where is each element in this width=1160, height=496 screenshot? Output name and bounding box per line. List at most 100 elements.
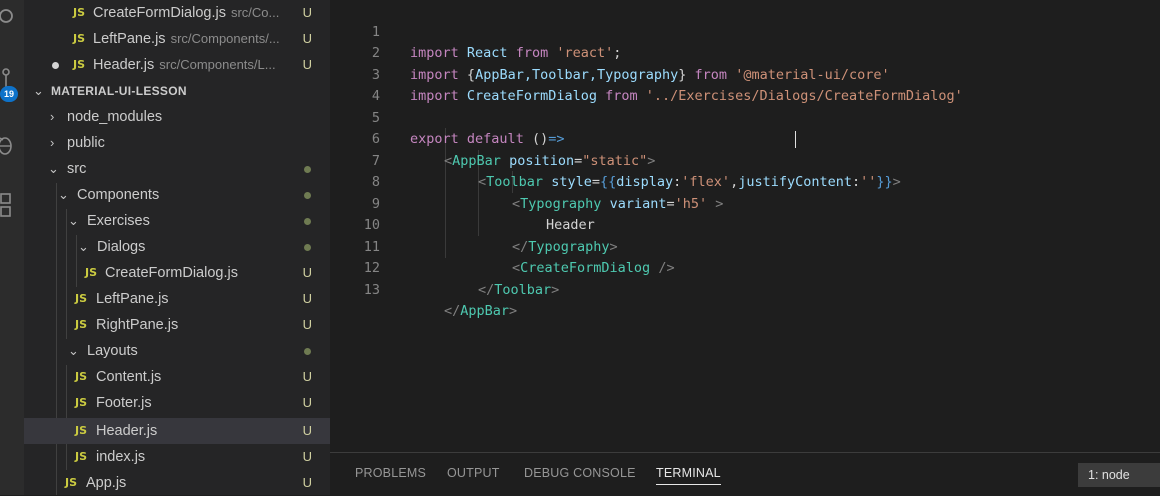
chevron-down-icon: ⌄ — [78, 239, 89, 254]
code-line[interactable]: 13 </AppBar> — [330, 258, 1160, 320]
chevron-down-icon: ⌄ — [68, 343, 79, 358]
code-line[interactable]: 2 import {AppBar,Toolbar,Typography} fro… — [330, 22, 1160, 83]
line-number: 13 — [363, 281, 380, 298]
git-status: U — [302, 291, 312, 306]
file-index[interactable]: JS index.js U — [24, 444, 330, 470]
debug-icon[interactable] — [0, 132, 24, 163]
punctuation: </ — [444, 303, 461, 319]
git-status: U — [302, 449, 312, 464]
js-file-icon: JS — [75, 424, 88, 437]
folder-label: node_modules — [67, 109, 163, 125]
open-editor-item[interactable]: JS Header.js src/Components/L... U — [24, 52, 330, 78]
activity-bar: 19 — [0, 0, 24, 495]
js-file-icon: JS — [73, 32, 86, 45]
file-content[interactable]: JS Content.js U — [24, 364, 330, 390]
code-line[interactable]: 1 import React from 'react'; — [330, 0, 1160, 62]
code-line[interactable]: 3 import CreateFormDialog from '../Exerc… — [330, 43, 1160, 105]
source-control-badge: 19 — [0, 86, 18, 102]
modified-dot-icon — [304, 218, 311, 225]
js-file-icon: JS — [73, 6, 86, 19]
project-section-header[interactable]: ⌄ MATERIAL-UI-LESSON — [24, 78, 330, 104]
code-line[interactable]: 12 </Toolbar> — [330, 237, 1160, 298]
git-status: U — [302, 395, 312, 410]
git-status: U — [302, 369, 312, 384]
open-editor-name: LeftPane.js — [93, 31, 166, 47]
code-line[interactable]: 4 — [330, 65, 1160, 104]
folder-public[interactable]: › public — [24, 130, 330, 156]
chevron-down-icon: ⌄ — [68, 213, 79, 228]
js-file-icon: JS — [75, 450, 88, 463]
file-label: App.js — [86, 475, 127, 491]
code-line[interactable]: 9 Header — [330, 172, 1160, 234]
chevron-right-icon: › — [50, 109, 55, 124]
extensions-icon[interactable] — [0, 192, 24, 227]
punctuation: > — [551, 281, 560, 298]
code-line[interactable]: 5 export default ()=> — [330, 86, 1160, 148]
git-status: U — [302, 5, 312, 20]
file-createformdialog[interactable]: JS CreateFormDialog.js U — [24, 260, 330, 286]
open-editor-name: Header.js — [93, 57, 155, 73]
git-status: U — [302, 31, 312, 46]
search-icon[interactable] — [0, 6, 24, 31]
code-line[interactable]: 6 <AppBar position="static"> — [330, 108, 1160, 169]
tab-output[interactable]: OUTPUT — [447, 466, 500, 480]
code-line[interactable]: 11 <CreateFormDialog /> — [330, 215, 1160, 277]
chevron-down-icon: ⌄ — [58, 187, 69, 202]
chevron-down-icon: ⌄ — [33, 83, 44, 98]
folder-label: src — [67, 161, 87, 177]
js-file-icon: JS — [85, 266, 98, 279]
chevron-down-icon: ⌄ — [48, 161, 59, 176]
bottom-panel: PROBLEMS OUTPUT DEBUG CONSOLE TERMINAL 1… — [330, 452, 1160, 496]
folder-exercises[interactable]: ⌄ Exercises — [24, 208, 330, 234]
file-app[interactable]: JS App.js U — [24, 470, 330, 495]
code-line[interactable]: 8 <Typography variant='h5' > — [330, 151, 1160, 212]
punctuation: > — [509, 303, 518, 319]
folder-dialogs[interactable]: ⌄ Dialogs — [24, 234, 330, 260]
folder-layouts[interactable]: ⌄ Layouts — [24, 338, 330, 364]
js-file-icon: JS — [75, 292, 88, 305]
file-label: index.js — [96, 449, 146, 465]
folder-node_modules[interactable]: › node_modules — [24, 104, 330, 130]
file-label: RightPane.js — [96, 317, 179, 333]
folder-components[interactable]: ⌄ Components — [24, 182, 330, 208]
folder-src[interactable]: ⌄ src — [24, 156, 330, 182]
js-file-icon: JS — [73, 58, 86, 71]
file-rightpane[interactable]: JS RightPane.js U — [24, 312, 330, 338]
js-file-icon: JS — [65, 476, 78, 489]
folder-label: Layouts — [87, 343, 138, 359]
code-line[interactable]: 7 <Toolbar style={{display:'flex',justif… — [330, 129, 1160, 191]
open-editor-name: CreateFormDialog.js — [93, 5, 226, 21]
jsx-tag: AppBar — [460, 303, 510, 319]
code-line[interactable]: 10 </Typography> — [330, 194, 1160, 255]
explorer-sidebar: JS CreateFormDialog.js src/Co... U JS Lef… — [24, 0, 330, 495]
chevron-right-icon: › — [50, 135, 55, 150]
file-footer[interactable]: JS Footer.js U — [24, 390, 330, 416]
tab-terminal[interactable]: TERMINAL — [656, 466, 721, 485]
open-editor-item[interactable]: JS LeftPane.js src/Components/... U — [24, 26, 330, 52]
open-editor-item[interactable]: JS CreateFormDialog.js src/Co... U — [24, 0, 330, 26]
folder-label: public — [67, 135, 105, 151]
tab-debug-console[interactable]: DEBUG CONSOLE — [524, 466, 636, 480]
file-label: Content.js — [96, 369, 162, 385]
js-file-icon: JS — [75, 318, 88, 331]
js-file-icon: JS — [75, 370, 88, 383]
unsaved-dot-icon[interactable] — [52, 62, 59, 69]
terminal-select[interactable]: 1: node — [1078, 463, 1160, 487]
file-leftpane[interactable]: JS LeftPane.js U — [24, 286, 330, 312]
code-editor[interactable]: 1 import React from 'react'; 2 import {A… — [330, 0, 1160, 452]
file-header[interactable]: JS Header.js U — [24, 418, 330, 444]
git-status: U — [302, 475, 312, 490]
text-cursor-icon — [795, 131, 798, 148]
file-label: LeftPane.js — [96, 291, 169, 307]
git-status: U — [302, 423, 312, 438]
git-status: U — [302, 265, 312, 280]
jsx-tag: Toolbar — [494, 281, 552, 298]
open-editor-path: src/Components/L... — [159, 57, 276, 72]
file-label: Footer.js — [96, 395, 152, 411]
folder-label: Components — [77, 187, 160, 203]
folder-label: Exercises — [87, 213, 150, 229]
folder-label: Dialogs — [97, 239, 146, 255]
tab-problems[interactable]: PROBLEMS — [355, 466, 426, 480]
modified-dot-icon — [304, 244, 311, 251]
js-file-icon: JS — [75, 396, 88, 409]
